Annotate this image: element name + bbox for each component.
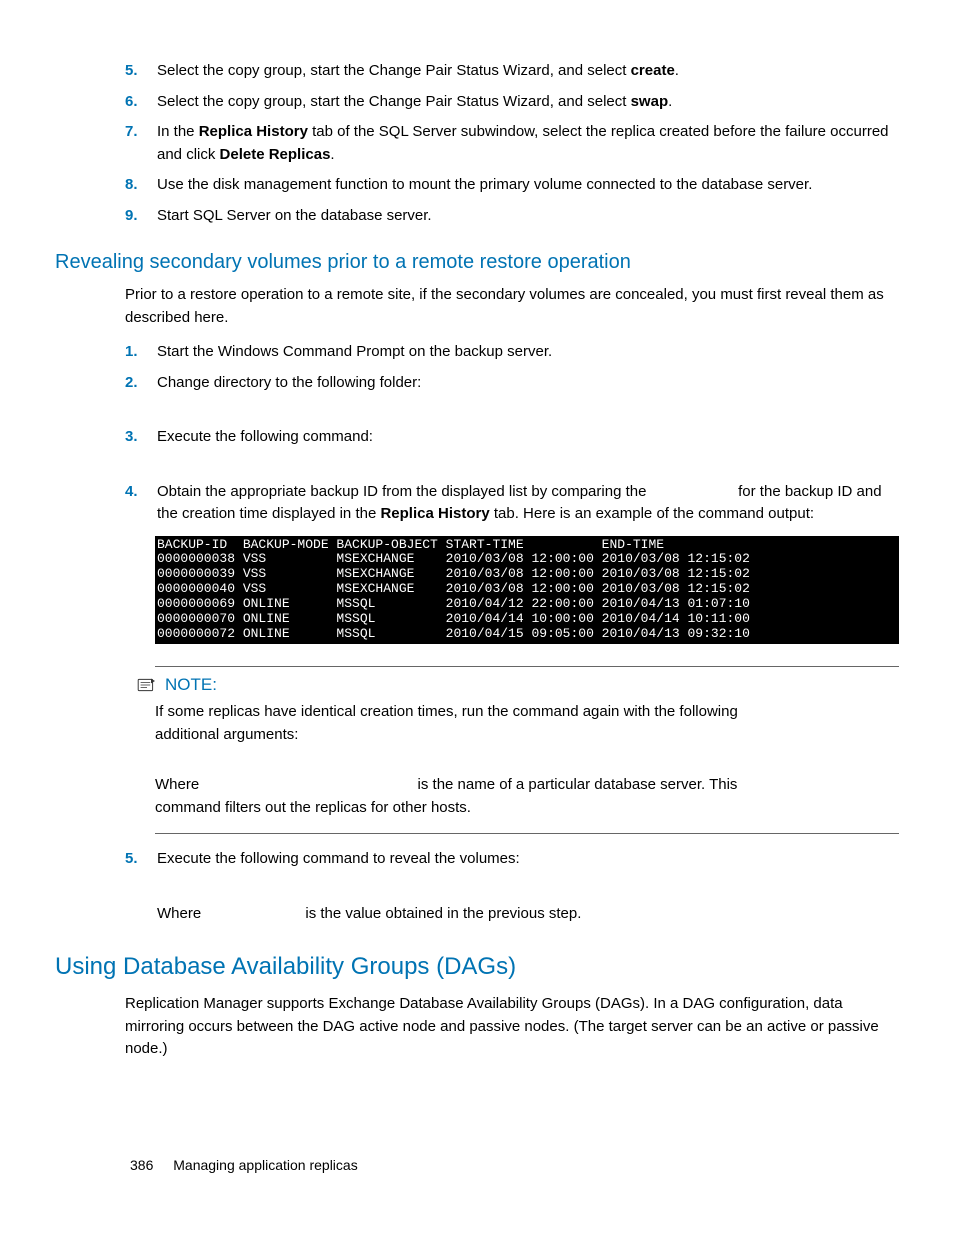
step-text: Start SQL Server on the database server. <box>157 205 899 228</box>
step-text: Execute the following command to reveal … <box>157 848 899 871</box>
list-item: 6. Select the copy group, start the Chan… <box>55 91 899 114</box>
list-item: 3. Execute the following command: <box>55 426 899 449</box>
step-text: In the Replica History tab of the SQL Se… <box>157 121 899 166</box>
note-paragraph: If some replicas have identical creation… <box>155 701 799 746</box>
list-item: 7. In the Replica History tab of the SQL… <box>55 121 899 166</box>
note-paragraph: Where is the name of a particular databa… <box>155 774 799 819</box>
list-item: 5. Execute the following command to reve… <box>55 848 899 871</box>
step-text: Execute the following command: <box>157 426 899 449</box>
ordered-list-mid: 1. Start the Windows Command Prompt on t… <box>55 341 899 526</box>
step-number: 8. <box>55 174 157 197</box>
step-text: Change directory to the following folder… <box>157 372 899 395</box>
list-item: 2. Change directory to the following fol… <box>55 372 899 395</box>
step-text: Start the Windows Command Prompt on the … <box>157 341 899 364</box>
page-footer: 386 Managing application replicas <box>130 1157 358 1173</box>
divider <box>155 833 899 834</box>
paragraph: Replication Manager supports Exchange Da… <box>125 993 899 1061</box>
step-number: 6. <box>55 91 157 114</box>
paragraph: Prior to a restore operation to a remote… <box>125 284 899 329</box>
step-number: 5. <box>55 848 157 871</box>
step-number: 3. <box>55 426 157 449</box>
heading-revealing: Revealing secondary volumes prior to a r… <box>55 251 899 274</box>
step-number: 9. <box>55 205 157 228</box>
step-number: 5. <box>55 60 157 83</box>
note-heading: NOTE: <box>137 675 899 695</box>
ordered-list-top: 5. Select the copy group, start the Chan… <box>55 60 899 227</box>
step-number: 4. <box>55 481 157 526</box>
footer-title: Managing application replicas <box>173 1157 357 1173</box>
list-item: 8. Use the disk management function to m… <box>55 174 899 197</box>
list-item: 4. Obtain the appropriate backup ID from… <box>55 481 899 526</box>
step-text: Obtain the appropriate backup ID from th… <box>157 481 899 526</box>
list-item: 5. Select the copy group, start the Chan… <box>55 60 899 83</box>
step-number: 2. <box>55 372 157 395</box>
list-item: 1. Start the Windows Command Prompt on t… <box>55 341 899 364</box>
step-text: Use the disk management function to moun… <box>157 174 899 197</box>
step-text: Select the copy group, start the Change … <box>157 91 899 114</box>
list-item: 9. Start SQL Server on the database serv… <box>55 205 899 228</box>
heading-dags: Using Database Availability Groups (DAGs… <box>55 953 899 981</box>
command-output-block: BACKUP-ID BACKUP-MODE BACKUP-OBJECT STAR… <box>155 536 899 645</box>
paragraph: Where is the value obtained in the previ… <box>157 903 899 926</box>
step-number: 7. <box>55 121 157 166</box>
note-label: NOTE: <box>165 675 217 695</box>
divider <box>155 666 899 667</box>
step-text: Select the copy group, start the Change … <box>157 60 899 83</box>
page-number: 386 <box>130 1157 153 1173</box>
page-body: 5. Select the copy group, start the Chan… <box>0 0 954 1061</box>
step-number: 1. <box>55 341 157 364</box>
ordered-list-bot: 5. Execute the following command to reve… <box>55 848 899 871</box>
note-icon <box>137 677 157 693</box>
